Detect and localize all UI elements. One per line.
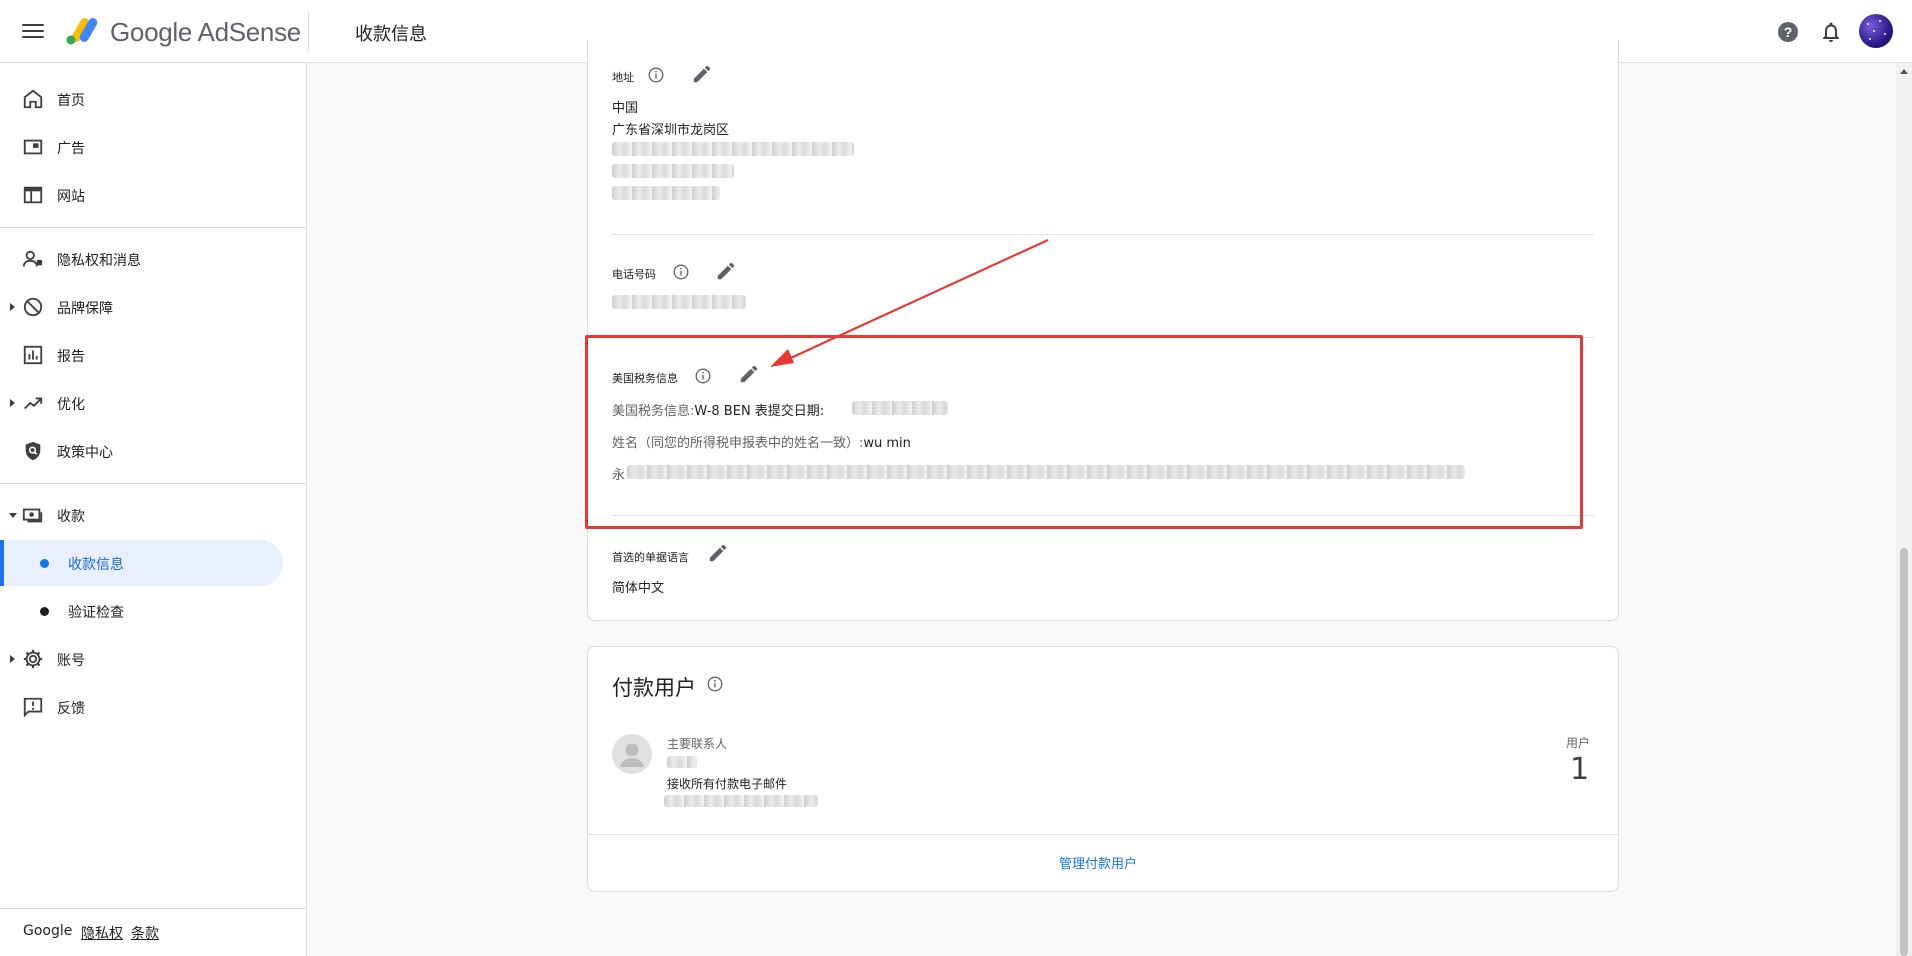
header-divider <box>308 12 309 51</box>
sidebar-item-privacy-messaging[interactable]: 隐私权和消息 <box>0 237 290 281</box>
sidebar: 首页 广告 网站 隐私权和消息 品牌保障 报告 优化 政策中心 收款 收款信息 <box>0 63 307 956</box>
sidebar-item-home[interactable]: 首页 <box>0 77 290 121</box>
user-avatar-placeholder-icon <box>612 734 652 774</box>
reports-chart-icon <box>23 345 43 365</box>
address-region: 广东省深圳市龙岗区 <box>612 123 730 138</box>
ads-icon <box>23 139 43 155</box>
sidebar-item-ads[interactable]: 广告 <box>0 125 290 169</box>
payment-profile-card <box>587 40 1619 621</box>
info-icon[interactable] <box>707 676 723 692</box>
redacted-address-line <box>612 142 854 156</box>
sidebar-item-payments[interactable]: 收款 <box>0 493 290 537</box>
sidebar-item-label: 报告 <box>57 349 85 365</box>
sidebar-divider <box>0 483 306 484</box>
collapse-arrow-icon <box>9 513 17 518</box>
sidebar-footer: Google 隐私权 条款 <box>0 908 306 956</box>
sidebar-item-payments-info[interactable]: 收款信息 <box>0 540 283 586</box>
expand-arrow-icon <box>10 303 15 311</box>
trending-up-icon <box>24 397 43 410</box>
active-indicator <box>0 540 4 586</box>
home-icon <box>23 89 43 109</box>
block-icon <box>23 297 43 317</box>
privacy-person-icon <box>22 250 43 267</box>
redacted-phone-line <box>612 164 734 178</box>
footer-privacy-link[interactable]: 隐私权 <box>81 923 123 943</box>
sidebar-item-label: 反馈 <box>57 701 85 717</box>
sidebar-item-label: 政策中心 <box>57 445 113 461</box>
redacted-postcode-line <box>612 186 720 200</box>
card-divider <box>588 834 1618 835</box>
sidebar-item-label: 收款 <box>57 509 85 525</box>
svg-text:?: ? <box>1784 24 1793 40</box>
gear-icon <box>23 649 43 669</box>
redacted-phone-number <box>612 295 746 309</box>
account-avatar[interactable] <box>1859 14 1893 48</box>
sidebar-item-brand-safety[interactable]: 品牌保障 <box>0 285 290 329</box>
sidebar-item-label: 优化 <box>57 397 85 413</box>
sidebar-item-policy-center[interactable]: 政策中心 <box>0 429 290 473</box>
primary-contact-label: 主要联系人 <box>667 737 728 751</box>
sidebar-item-label: 账号 <box>57 653 85 669</box>
scroll-up-arrow-icon[interactable] <box>1900 69 1908 74</box>
info-icon[interactable] <box>648 67 664 83</box>
edit-address-pencil-icon[interactable] <box>691 63 713 85</box>
page-title: 收款信息 <box>355 24 427 45</box>
sidebar-item-label: 品牌保障 <box>57 301 113 317</box>
sidebar-item-verification[interactable]: 验证检查 <box>0 588 283 634</box>
footer-google: Google <box>23 923 73 939</box>
invoice-language-label: 首选的单据语言 <box>612 551 689 564</box>
expand-arrow-icon <box>10 655 15 663</box>
policy-shield-icon <box>25 441 41 461</box>
sidebar-item-reports[interactable]: 报告 <box>0 333 290 377</box>
info-icon[interactable] <box>673 264 689 280</box>
sidebar-item-label: 网站 <box>57 189 85 205</box>
annotation-highlight-box <box>585 335 1583 529</box>
annotation-arrow <box>770 239 1049 367</box>
redacted-contact-name <box>667 756 697 768</box>
sidebar-item-label: 广告 <box>57 141 85 157</box>
sidebar-item-label: 收款信息 <box>68 557 124 573</box>
brand-name: Google AdSense <box>110 17 301 47</box>
scrollbar-thumb[interactable] <box>1900 548 1908 956</box>
notifications-bell-icon[interactable] <box>1819 20 1843 44</box>
sidebar-divider <box>0 227 306 228</box>
manage-payment-users-link[interactable]: 管理付款用户 <box>1059 853 1137 872</box>
payments-icon <box>22 508 43 523</box>
sidebar-item-label: 验证检查 <box>68 605 124 621</box>
address-label: 地址 <box>612 71 634 84</box>
feedback-icon <box>23 697 43 718</box>
sites-icon <box>23 186 43 204</box>
adsense-logo-icon <box>66 18 98 45</box>
users-count-label: 用户 <box>1566 736 1591 750</box>
sidebar-item-sites[interactable]: 网站 <box>0 173 290 217</box>
redacted-contact-email <box>664 795 818 807</box>
sidebar-item-label: 首页 <box>57 93 85 109</box>
edit-language-pencil-icon[interactable] <box>707 542 729 564</box>
section-divider <box>612 234 1594 235</box>
footer-terms-link[interactable]: 条款 <box>131 923 159 943</box>
help-icon[interactable]: ? <box>1776 20 1800 44</box>
expand-arrow-icon <box>10 399 15 407</box>
sidebar-item-account[interactable]: 账号 <box>0 637 290 681</box>
edit-phone-pencil-icon[interactable] <box>715 260 737 282</box>
bullet-icon <box>40 607 49 616</box>
sidebar-item-optimization[interactable]: 优化 <box>0 381 290 425</box>
users-count-value: 1 <box>1570 752 1590 787</box>
bullet-icon <box>40 559 49 568</box>
address-country: 中国 <box>612 101 639 116</box>
phone-label: 电话号码 <box>612 268 656 281</box>
sidebar-item-feedback[interactable]: 反馈 <box>0 685 290 729</box>
main-menu-icon[interactable] <box>22 20 44 42</box>
payment-users-title: 付款用户 <box>612 676 696 700</box>
receives-all-emails-label: 接收所有付款电子邮件 <box>667 777 788 791</box>
invoice-language-value: 简体中文 <box>612 581 665 596</box>
sidebar-item-label: 隐私权和消息 <box>57 253 141 269</box>
